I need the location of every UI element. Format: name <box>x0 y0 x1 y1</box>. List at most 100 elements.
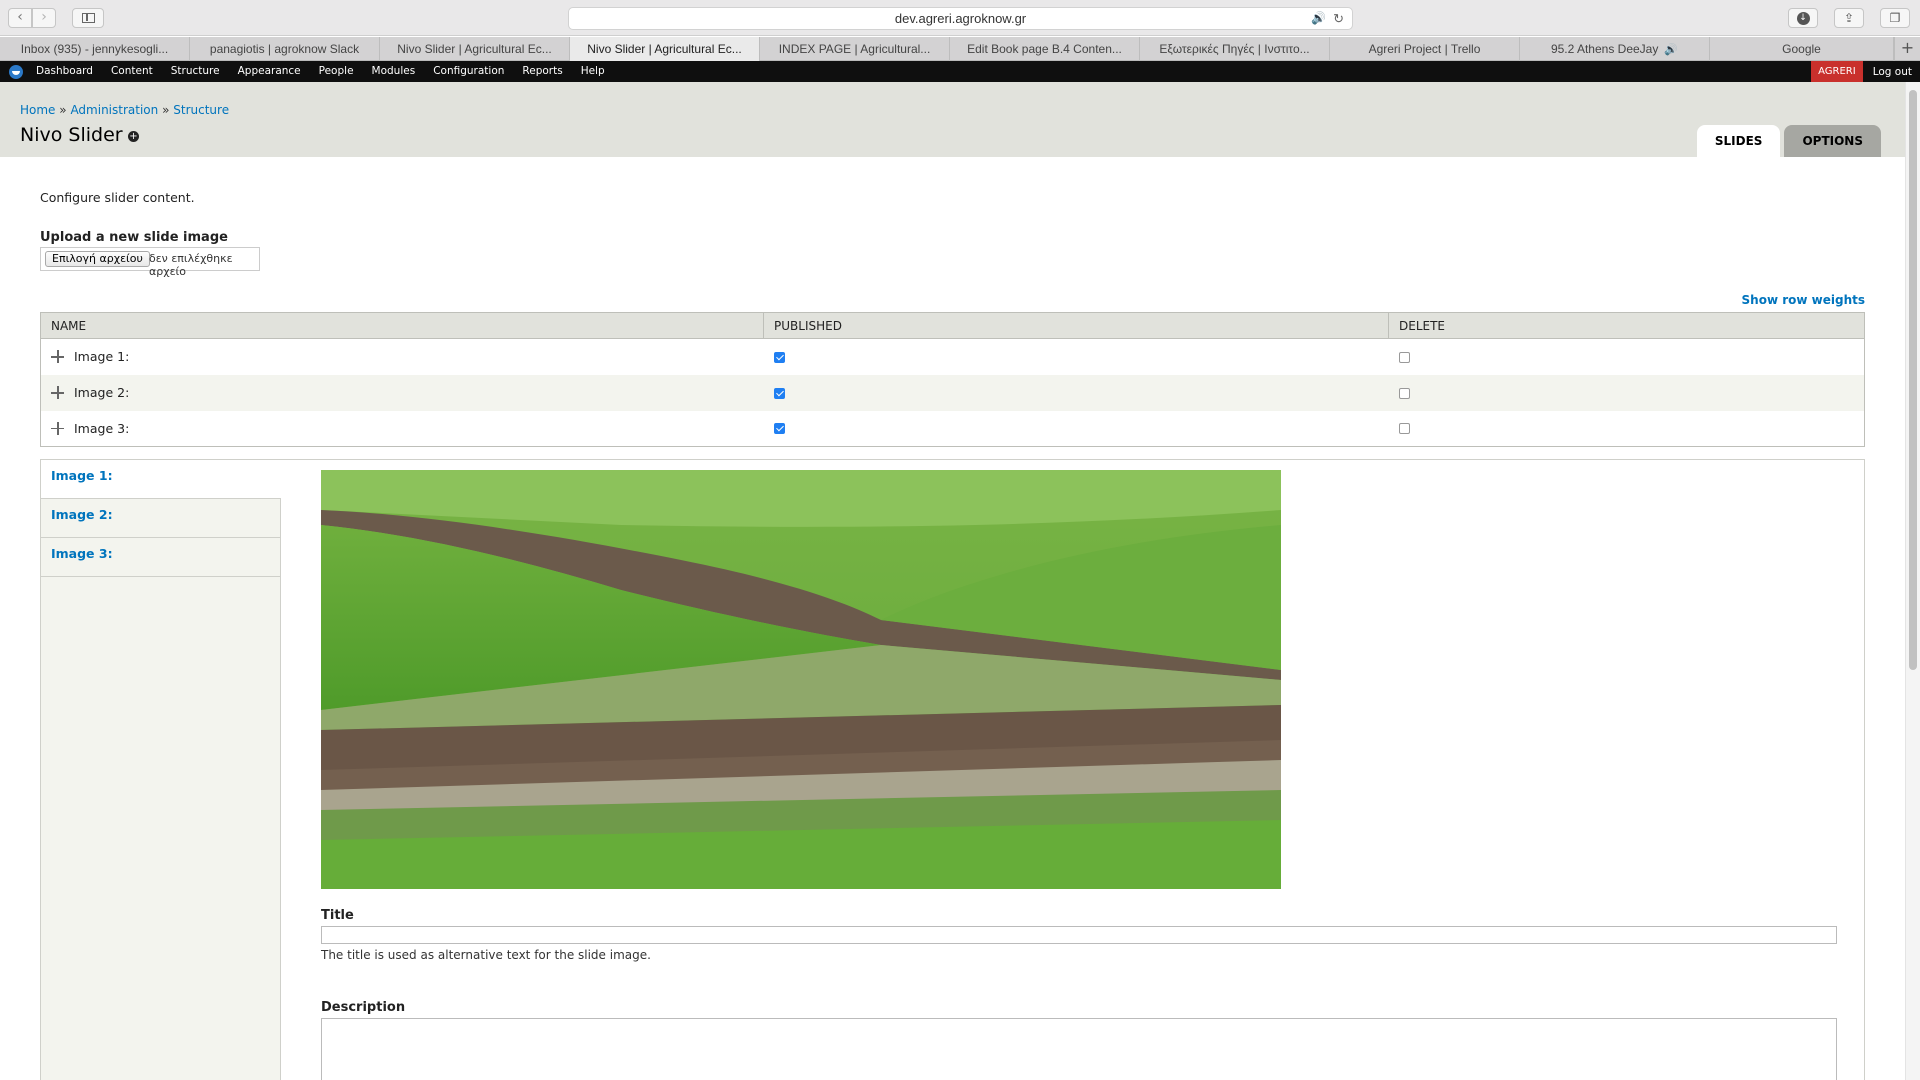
breadcrumb: Home » Administration » Structure <box>20 103 229 117</box>
breadcrumb-administration[interactable]: Administration <box>70 103 158 117</box>
browser-tab[interactable]: Εξωτερικές Πηγές | Ινστιτο... <box>1140 37 1330 61</box>
user-account-link[interactable]: AGRERI <box>1811 61 1863 82</box>
menu-appearance[interactable]: Appearance <box>234 61 305 82</box>
forward-icon: › <box>41 9 47 25</box>
delete-checkbox[interactable] <box>1398 387 1410 399</box>
table-row: Image 2: <box>40 374 1865 411</box>
vertical-tabs: Image 1: Image 2: Image 3: Title The tit… <box>40 459 1865 1080</box>
title-input[interactable] <box>321 926 1837 944</box>
sidebar-toggle-button[interactable] <box>72 8 104 28</box>
description-textarea[interactable] <box>321 1018 1837 1080</box>
row-label: Image 2: <box>74 385 130 400</box>
url-text: dev.agreri.agroknow.gr <box>894 11 1027 26</box>
share-button[interactable]: ⇪ <box>1834 8 1864 28</box>
title-help-text: The title is used as alternative text fo… <box>321 948 651 962</box>
name-cell: Image 2: <box>40 374 764 411</box>
vertical-tabs-list: Image 1: Image 2: Image 3: <box>41 460 281 1080</box>
published-cell <box>764 411 1389 447</box>
back-button[interactable]: ‹ <box>8 8 32 28</box>
page-title: Nivo Slider <box>20 124 123 146</box>
menu-people[interactable]: People <box>315 61 358 82</box>
forward-button[interactable]: › <box>32 8 56 28</box>
delete-cell <box>1388 374 1865 411</box>
menu-reports[interactable]: Reports <box>518 61 566 82</box>
drupal-logo-icon[interactable] <box>9 65 23 79</box>
tab-strip: Inbox (935) - jennykesogli... panagiotis… <box>0 37 1920 61</box>
file-upload-field[interactable]: Επιλογή αρχείου δεν επιλέχθηκε αρχείο <box>40 247 260 278</box>
new-tab-button[interactable]: + <box>1894 37 1920 61</box>
menu-structure[interactable]: Structure <box>167 61 224 82</box>
browser-tab[interactable]: Agreri Project | Trello <box>1330 37 1520 61</box>
title-field-label: Title <box>321 908 354 923</box>
browser-tab[interactable]: INDEX PAGE | Agricultural... <box>760 37 950 61</box>
breadcrumb-separator: » <box>162 103 170 117</box>
reload-icon[interactable]: ↻ <box>1333 8 1344 29</box>
browser-tab[interactable]: Nivo Slider | Agricultural Ec... <box>380 37 570 61</box>
name-cell: Image 3: <box>41 411 764 447</box>
delete-checkbox[interactable] <box>1398 351 1410 363</box>
primary-tabs: SLIDES OPTIONS <box>1693 125 1881 157</box>
tab-options[interactable]: OPTIONS <box>1784 125 1881 157</box>
breadcrumb-separator: » <box>59 103 67 117</box>
published-checkbox[interactable] <box>773 351 785 363</box>
table-row: Image 1: <box>41 339 1865 375</box>
tab-slides[interactable]: SLIDES <box>1696 125 1781 157</box>
browser-tab[interactable]: Google <box>1710 37 1894 61</box>
share-icon: ⇪ <box>1843 11 1855 25</box>
breadcrumb-structure[interactable]: Structure <box>173 103 229 117</box>
address-bar[interactable]: dev.agreri.agroknow.gr 🔊 ↻ <box>568 7 1353 30</box>
admin-user-area: AGRERI Log out <box>1811 61 1912 82</box>
vertical-tab-image-2[interactable]: Image 2: <box>41 499 280 538</box>
browser-toolbar: ‹ › dev.agreri.agroknow.gr 🔊 ↻ ↓ ⇪ ❐ <box>0 0 1920 36</box>
row-label: Image 1: <box>74 349 130 365</box>
column-published: PUBLISHED <box>763 312 1389 339</box>
name-cell: Image 1: <box>41 339 764 375</box>
published-checkbox[interactable] <box>773 387 785 399</box>
page-scrollbar[interactable] <box>1905 82 1920 1080</box>
browser-tab[interactable]: Edit Book page B.4 Conten... <box>950 37 1140 61</box>
speaker-icon[interactable]: 🔊 <box>1664 44 1678 56</box>
column-name: NAME <box>40 312 764 339</box>
vertical-tab-image-1[interactable]: Image 1: <box>41 460 281 499</box>
menu-configuration[interactable]: Configuration <box>429 61 508 82</box>
tab-overview-button[interactable]: ❐ <box>1880 8 1910 28</box>
menu-help[interactable]: Help <box>577 61 609 82</box>
published-checkbox[interactable] <box>773 423 785 435</box>
tabs-overview-icon: ❐ <box>1889 11 1901 25</box>
logout-link[interactable]: Log out <box>1873 66 1912 78</box>
breadcrumb-home[interactable]: Home <box>20 103 55 117</box>
add-shortcut-icon[interactable]: + <box>128 131 139 142</box>
description-field-label: Description <box>321 1000 406 1015</box>
back-icon: ‹ <box>17 9 23 25</box>
drag-handle-icon[interactable] <box>51 386 64 399</box>
browser-tab[interactable]: 95.2 Athens DeeJay 🔊 <box>1520 37 1710 61</box>
drag-handle-icon[interactable] <box>51 350 64 364</box>
menu-content[interactable]: Content <box>107 61 157 82</box>
downloads-button[interactable]: ↓ <box>1788 8 1818 28</box>
delete-cell <box>1389 339 1865 375</box>
audio-icon[interactable]: 🔊 <box>1311 8 1326 29</box>
choose-file-button[interactable]: Επιλογή αρχείου <box>45 251 150 267</box>
download-icon: ↓ <box>1796 12 1810 25</box>
tab-label: 95.2 Athens DeeJay <box>1550 42 1659 56</box>
file-status: δεν επιλέχθηκε αρχείο <box>149 252 233 278</box>
slide-image-preview <box>321 470 1281 889</box>
browser-tab-active[interactable]: Nivo Slider | Agricultural Ec... <box>570 37 760 61</box>
slides-table: NAME PUBLISHED DELETE Image 1: Image 2: … <box>40 312 1865 447</box>
vertical-tab-image-3[interactable]: Image 3: <box>41 538 280 577</box>
menu-modules[interactable]: Modules <box>368 61 420 82</box>
delete-checkbox[interactable] <box>1398 423 1410 435</box>
column-delete: DELETE <box>1388 312 1865 339</box>
admin-toolbar: Dashboard Content Structure Appearance P… <box>0 61 1920 82</box>
table-header: NAME PUBLISHED DELETE <box>40 312 1865 339</box>
browser-tab[interactable]: Inbox (935) - jennykesogli... <box>0 37 190 61</box>
intro-text: Configure slider content. <box>40 190 195 205</box>
delete-cell <box>1389 411 1865 447</box>
menu-dashboard[interactable]: Dashboard <box>32 61 97 82</box>
scrollbar-thumb[interactable] <box>1909 90 1917 670</box>
table-row: Image 3: <box>41 411 1865 447</box>
drag-handle-icon[interactable] <box>51 421 64 435</box>
browser-tab[interactable]: panagiotis | agroknow Slack <box>190 37 380 61</box>
show-row-weights-link[interactable]: Show row weights <box>1742 293 1865 307</box>
upload-label: Upload a new slide image <box>40 230 228 245</box>
